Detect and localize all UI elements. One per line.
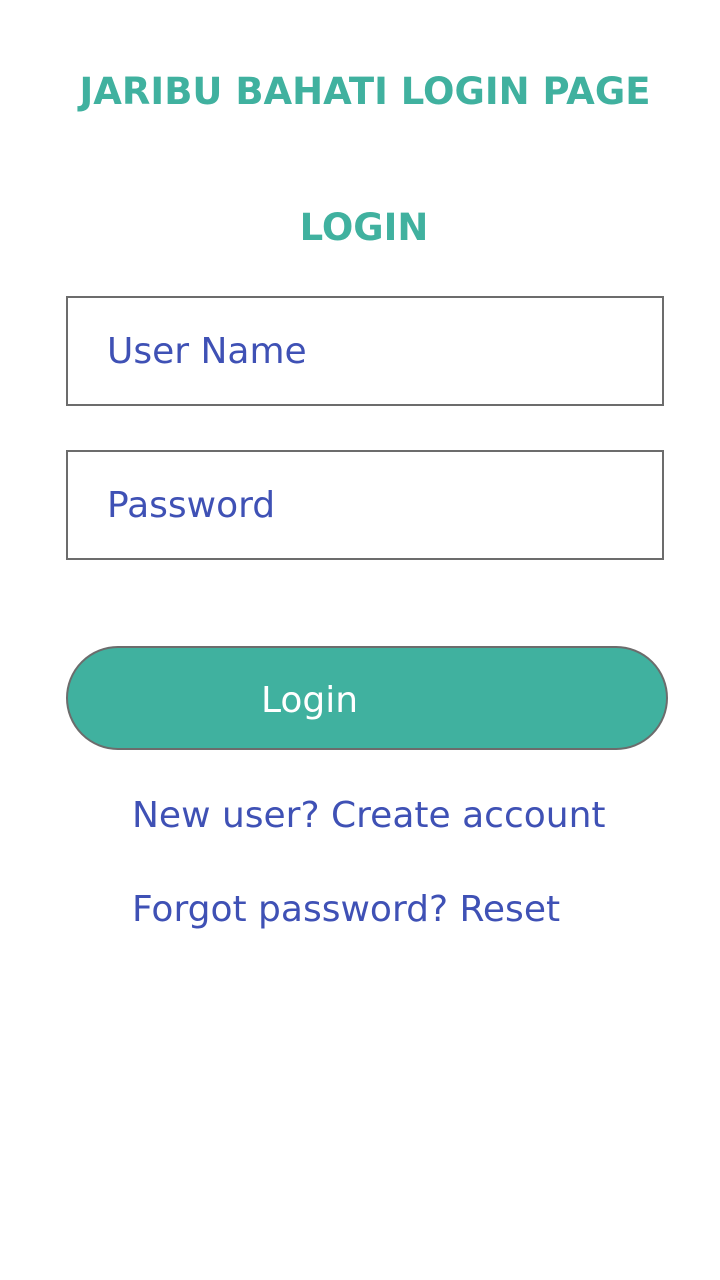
username-field-box (66, 296, 664, 406)
password-field-box (66, 450, 664, 560)
reset-password-link[interactable]: Forgot password? Reset (132, 888, 560, 932)
login-button[interactable]: Login (66, 646, 668, 750)
create-account-link[interactable]: New user? Create account (132, 794, 606, 838)
password-input[interactable] (68, 452, 662, 558)
username-input[interactable] (68, 298, 662, 404)
app-title: JARIBU BAHATI LOGIN PAGE (79, 70, 651, 113)
login-heading: LOGIN (299, 206, 429, 249)
login-button-label: Login (260, 679, 359, 721)
